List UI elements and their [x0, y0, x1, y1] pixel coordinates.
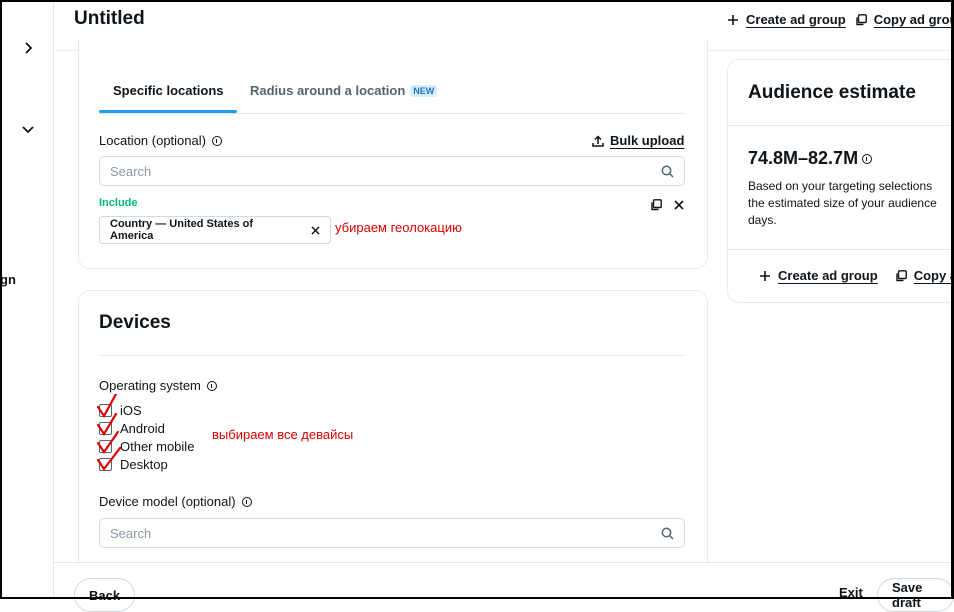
create-ad-group-link[interactable]: Create ad group: [778, 268, 878, 283]
location-label: Location (optional): [99, 133, 222, 148]
left-sidebar: gn: [0, 0, 54, 599]
location-chip: Country — United States of America: [99, 216, 331, 244]
save-draft-button[interactable]: Save draft: [877, 578, 954, 612]
back-button[interactable]: Back: [74, 578, 136, 612]
search-icon: [661, 165, 674, 178]
audience-actions: Create ad group Copy a: [758, 268, 954, 283]
os-label: Operating system: [99, 378, 217, 393]
audience-divider: [728, 249, 953, 250]
footer-bar: [54, 562, 954, 600]
audience-desc-line: Based on your targeting selections: [748, 179, 933, 193]
copy-icon: [894, 269, 908, 283]
bulk-upload-button[interactable]: Bulk upload: [592, 133, 684, 148]
audience-description: Based on your targeting selections the e…: [748, 178, 954, 229]
copy-ad-group-link[interactable]: Copy a: [914, 268, 954, 283]
audience-desc-line: days.: [748, 213, 777, 227]
plus-icon: [758, 269, 772, 283]
os-label-text: Operating system: [99, 378, 201, 393]
search-icon: [661, 527, 674, 540]
upload-icon: [592, 134, 604, 147]
close-icon[interactable]: [674, 200, 684, 210]
device-model-label-text: Device model (optional): [99, 494, 236, 509]
device-model-search-input[interactable]: Search: [99, 518, 685, 548]
active-tab-indicator: [99, 110, 237, 113]
chevron-down-icon[interactable]: [20, 121, 36, 137]
tab-specific-locations[interactable]: Specific locations: [113, 83, 224, 98]
copy-icon: [854, 13, 868, 27]
search-placeholder: Search: [110, 526, 152, 541]
include-label: Include: [99, 197, 138, 209]
annotation-remove-geo: убираем геолокацию: [335, 220, 462, 235]
new-badge: NEW: [410, 85, 438, 97]
sidebar-item-label[interactable]: gn: [0, 272, 16, 287]
audience-range-value: 74.8M–82.7M: [748, 148, 859, 168]
devices-divider: [99, 355, 685, 356]
search-placeholder: Search: [110, 164, 152, 179]
audience-title: Audience estimate: [748, 82, 916, 103]
create-ad-group-link[interactable]: Create ad group: [746, 12, 846, 27]
copy-icon[interactable]: [650, 199, 662, 211]
page-title: Untitled: [74, 8, 145, 29]
include-actions: [650, 199, 684, 211]
header-actions: Create ad group Copy ad grou: [726, 12, 954, 27]
copy-ad-group-link[interactable]: Copy ad grou: [874, 12, 954, 27]
remove-chip-icon[interactable]: [311, 225, 320, 235]
handdrawn-checkmarks: [96, 394, 122, 471]
bulk-upload-label: Bulk upload: [610, 133, 685, 148]
tab-radius-location[interactable]: Radius around a location NEW: [250, 83, 438, 98]
exit-button[interactable]: Exit: [839, 585, 863, 600]
info-icon[interactable]: [206, 380, 217, 391]
plus-icon: [726, 13, 740, 27]
chip-text: Country — United States of America: [110, 218, 254, 242]
audience-divider: [728, 125, 953, 126]
audience-desc-line: the estimated size of your audience: [748, 196, 937, 210]
info-icon[interactable]: [241, 496, 252, 507]
location-search-input[interactable]: Search: [99, 156, 685, 186]
tabs-divider: [99, 113, 685, 114]
location-label-text: Location (optional): [99, 133, 206, 148]
tab-radius-label: Radius around a location: [250, 83, 406, 98]
info-icon[interactable]: [862, 153, 873, 164]
devices-title: Devices: [99, 312, 171, 333]
device-model-label: Device model (optional): [99, 494, 252, 509]
annotation-select-devices: выбираем все девайсы: [212, 427, 354, 442]
audience-range: 74.8M–82.7M: [748, 148, 873, 169]
chevron-right-icon[interactable]: [20, 40, 36, 56]
info-icon[interactable]: [211, 135, 222, 146]
